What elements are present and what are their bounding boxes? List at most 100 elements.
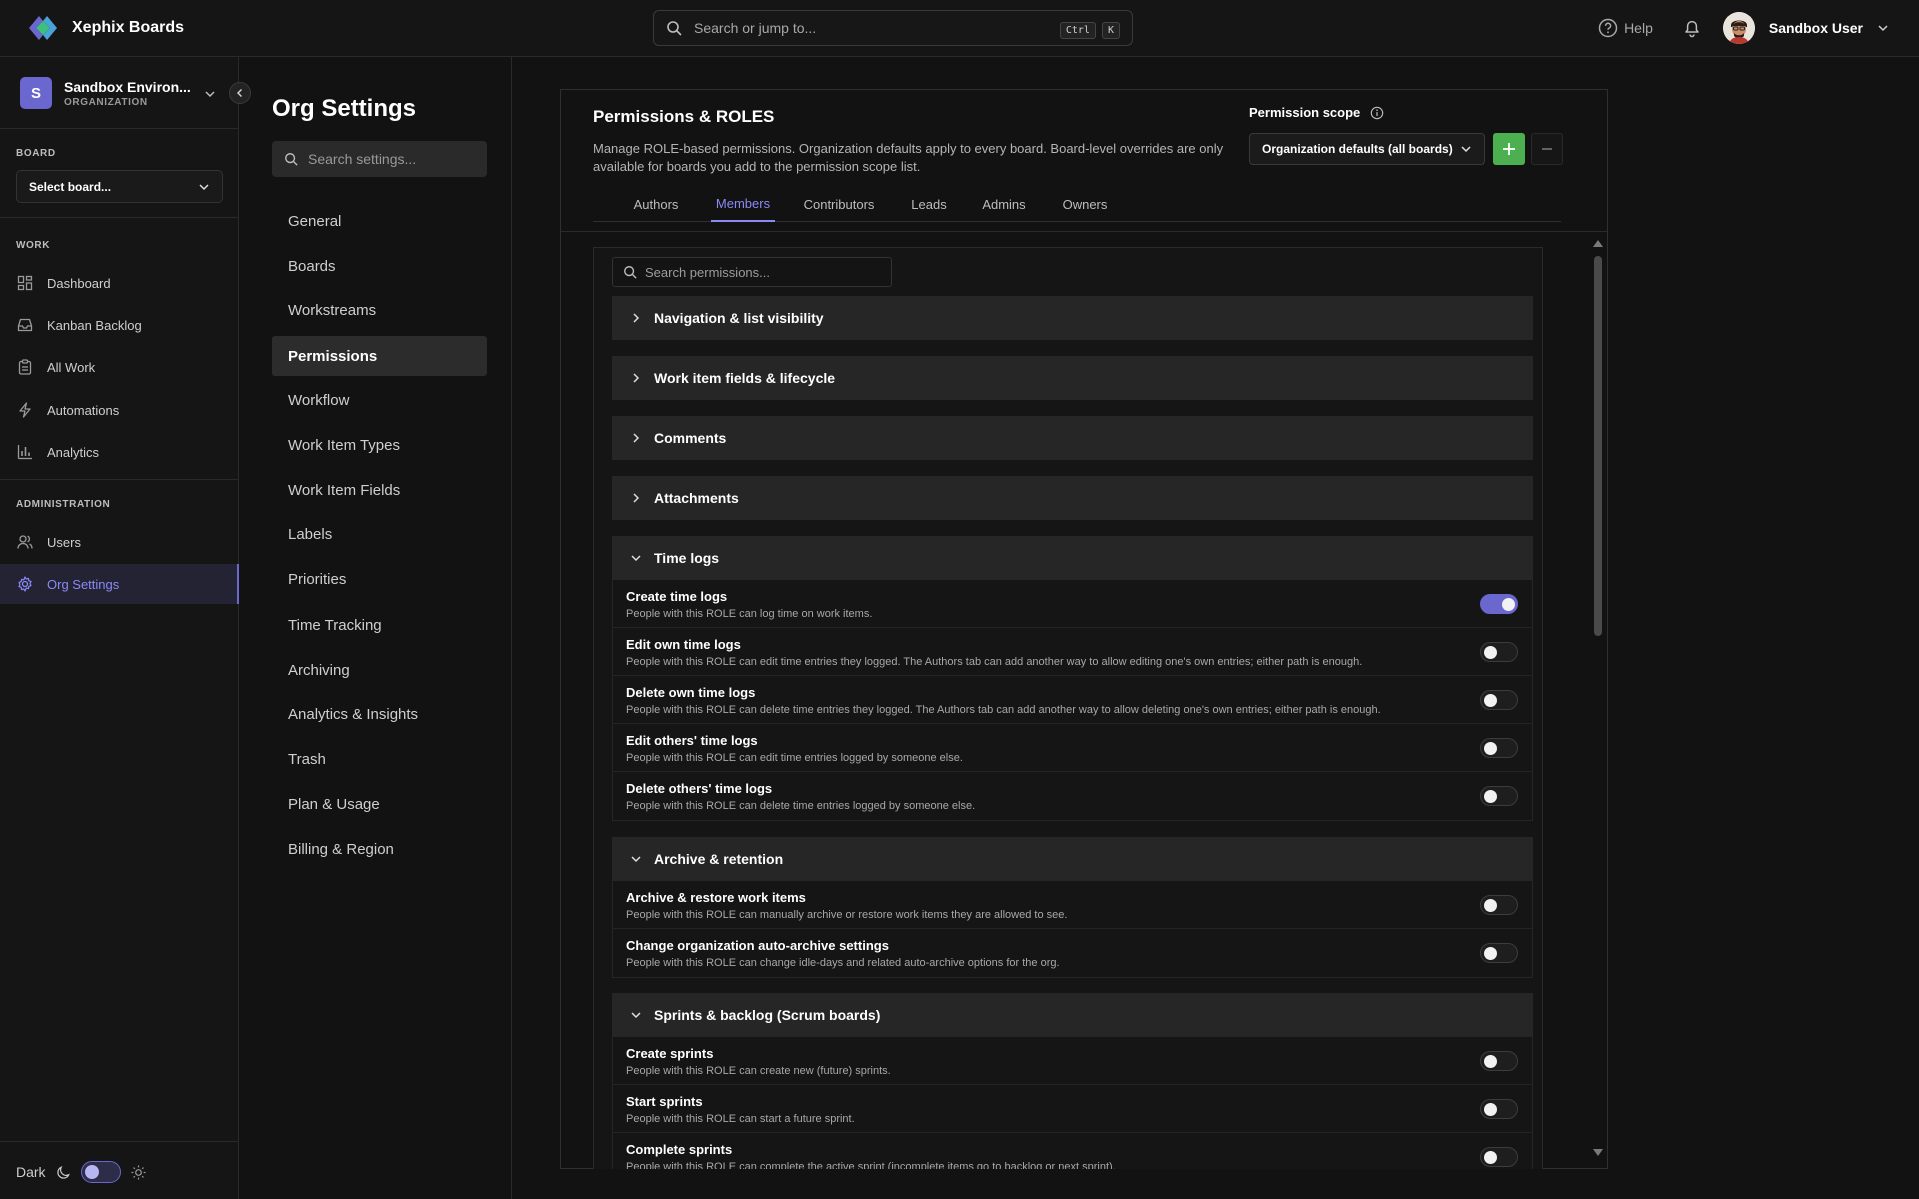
settings-item-work-item-fields[interactable]: Work Item Fields [272,470,487,510]
permissions-scrollbar[interactable] [1591,238,1605,1158]
tab-authors[interactable]: Authors [617,186,695,222]
board-select[interactable]: Select board... [16,170,223,203]
scope-select-value: Organization defaults (all boards) [1262,142,1453,156]
settings-item-general[interactable]: General [272,201,487,241]
permission-toggle-auto-archive-settings[interactable] [1480,943,1518,963]
panel-title: Permissions & ROLES [593,107,775,126]
settings-item-boards[interactable]: Boards [272,246,487,286]
sidebar-item-automations[interactable]: Automations [0,390,239,430]
sidebar-item-kanban-backlog[interactable]: Kanban Backlog [0,305,239,345]
tab-leads[interactable]: Leads [901,186,957,222]
top-right-actions: Help Sandbox User [1598,12,1889,44]
theme-label: Dark [16,1164,46,1180]
top-bar: Xephix Boards Search or jump to... Ctrl K… [0,0,1919,57]
scope-label-text: Permission scope [1249,105,1361,120]
scrollbar-thumb[interactable] [1594,256,1602,636]
sidebar-item-dashboard[interactable]: Dashboard [0,263,239,303]
permission-description: People with this ROLE can delete time en… [626,800,976,812]
settings-item-trash[interactable]: Trash [272,739,487,779]
divider [0,128,239,129]
section-archive-retention[interactable]: Archive & retention [612,837,1533,881]
chevron-down-icon [630,853,642,865]
scroll-up-arrow-icon[interactable] [1593,240,1603,247]
chevron-down-icon[interactable] [1877,22,1889,34]
tab-members[interactable]: Members [711,186,775,222]
global-search-input[interactable]: Search or jump to... Ctrl K [653,10,1133,46]
settings-item-time-tracking[interactable]: Time Tracking [272,605,487,645]
settings-item-archiving[interactable]: Archiving [272,650,487,690]
settings-item-work-item-types[interactable]: Work Item Types [272,425,487,465]
permission-description: People with this ROLE can edit time entr… [626,752,963,764]
chevron-down-icon[interactable] [204,88,216,100]
permission-description: People with this ROLE can start a future… [626,1113,855,1125]
search-icon [284,152,298,166]
dashboard-icon [17,275,33,291]
search-icon [666,20,682,36]
help-label: Help [1624,20,1653,36]
permission-toggle-edit-others-time-logs[interactable] [1480,738,1518,758]
settings-item-workstreams[interactable]: Workstreams [272,290,487,330]
tab-owners[interactable]: Owners [1051,186,1119,222]
role-tabs: Authors Members Contributors Leads Admin… [593,186,1561,222]
help-button[interactable]: Help [1598,18,1653,38]
section-navigation-list-visibility[interactable]: Navigation & list visibility [612,296,1533,340]
section-work-item-fields-lifecycle[interactable]: Work item fields & lifecycle [612,356,1533,400]
permission-toggle-start-sprints[interactable] [1480,1099,1518,1119]
settings-item-permissions[interactable]: Permissions [272,336,487,376]
section-title: Work item fields & lifecycle [654,370,836,386]
add-scope-button[interactable] [1493,133,1525,165]
sidebar-item-org-settings[interactable]: Org Settings [0,564,239,604]
permission-title: Change organization auto-archive setting… [626,938,889,953]
permission-description: People with this ROLE can create new (fu… [626,1065,891,1077]
permission-toggle-archive-restore[interactable] [1480,895,1518,915]
brand[interactable]: Xephix Boards [26,13,184,43]
settings-search-input[interactable]: Search settings... [272,141,487,177]
permission-scope-select[interactable]: Organization defaults (all boards) [1249,133,1485,165]
org-switcher[interactable]: S Sandbox Environ... ORGANIZATION [20,77,191,109]
permission-toggle-create-time-logs[interactable] [1480,594,1518,614]
settings-item-billing-region[interactable]: Billing & Region [272,829,487,869]
bell-icon[interactable] [1683,18,1701,38]
remove-scope-button[interactable] [1531,133,1563,165]
settings-item-labels[interactable]: Labels [272,514,487,554]
permissions-list: Search permissions... Navigation & list … [593,247,1543,1169]
sidebar-item-analytics[interactable]: Analytics [0,432,239,472]
tab-admins[interactable]: Admins [971,186,1037,222]
sidebar-item-all-work[interactable]: All Work [0,347,239,387]
scroll-down-arrow-icon[interactable] [1593,1149,1603,1156]
section-comments[interactable]: Comments [612,416,1533,460]
section-sprints-backlog[interactable]: Sprints & backlog (Scrum boards) [612,993,1533,1037]
permission-row: Edit others' time logs People with this … [613,724,1532,772]
tab-contributors[interactable]: Contributors [793,186,885,222]
shortcut-hint: Ctrl K [1054,20,1120,39]
permission-toggle-complete-sprints[interactable] [1480,1147,1518,1167]
permission-title: Edit own time logs [626,637,741,652]
info-icon[interactable] [1370,106,1384,120]
permission-row: Create sprints People with this ROLE can… [613,1037,1532,1085]
users-icon [17,534,33,550]
plus-icon [1502,142,1516,156]
permission-row: Change organization auto-archive setting… [613,929,1532,977]
section-time-logs[interactable]: Time logs [612,536,1533,580]
settings-item-plan-usage[interactable]: Plan & Usage [272,784,487,824]
theme-toggle[interactable] [80,1161,121,1183]
settings-item-workflow[interactable]: Workflow [272,380,487,420]
user-name[interactable]: Sandbox User [1769,20,1863,36]
section-attachments[interactable]: Attachments [612,476,1533,520]
sidebar-item-users[interactable]: Users [0,522,239,562]
time-logs-permissions: Create time logs People with this ROLE c… [612,580,1533,821]
permission-toggle-create-sprints[interactable] [1480,1051,1518,1071]
settings-item-analytics-insights[interactable]: Analytics & Insights [272,694,487,734]
permission-row: Complete sprints People with this ROLE c… [613,1133,1532,1169]
permission-description: People with this ROLE can delete time en… [626,704,1381,716]
settings-item-priorities[interactable]: Priorities [272,559,487,599]
permission-title: Create sprints [626,1046,714,1061]
permissions-search-input[interactable]: Search permissions... [612,257,892,287]
permission-toggle-edit-own-time-logs[interactable] [1480,642,1518,662]
permission-toggle-delete-own-time-logs[interactable] [1480,690,1518,710]
board-select-value: Select board... [29,179,112,194]
avatar[interactable] [1722,12,1755,44]
chevron-right-icon [630,312,642,324]
section-title: Archive & retention [654,851,784,867]
permission-toggle-delete-others-time-logs[interactable] [1480,786,1518,806]
